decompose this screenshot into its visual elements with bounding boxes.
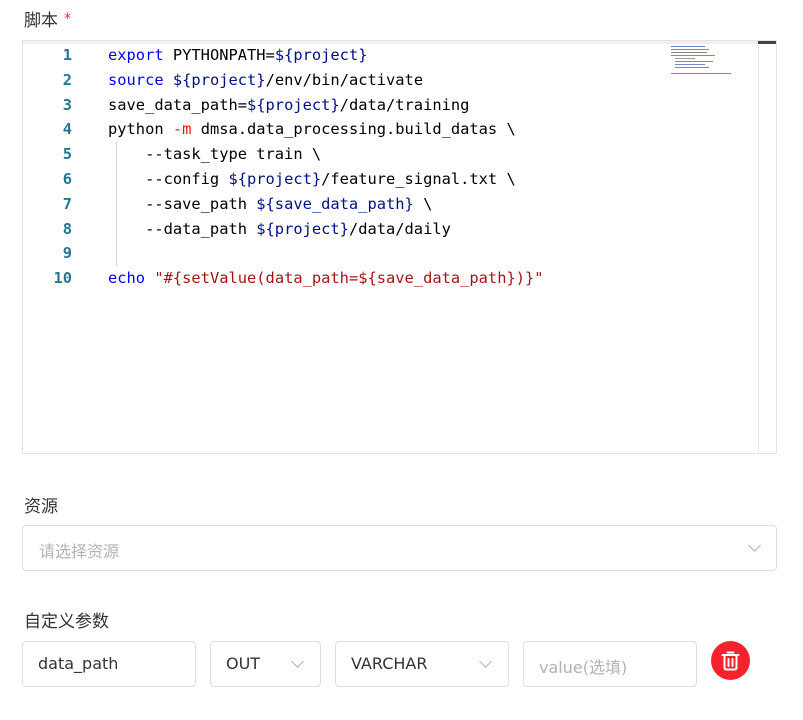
- line-number: 7: [62, 194, 72, 213]
- resource-label: 资源: [24, 497, 58, 517]
- trash-icon: [721, 651, 740, 671]
- code-text: --save_path ${save_data_path} \: [108, 192, 432, 217]
- code-token: /data/daily: [348, 219, 451, 238]
- line-number: 6: [62, 169, 72, 188]
- code-token: dmsa.data_processing.build_datas \: [191, 120, 516, 139]
- code-token: --task_type train \: [108, 145, 322, 164]
- code-line[interactable]: 4 python -m dmsa.data_processing.build_da…: [23, 117, 663, 142]
- line-number: 10: [53, 269, 72, 288]
- custom-params-label: 自定义参数: [24, 612, 109, 632]
- code-token: "#{setValue(data_path=${save_data_path})…: [154, 269, 544, 288]
- code-token: /data/training: [339, 95, 470, 114]
- chevron-down-icon: [291, 655, 304, 668]
- code-token: --save_path: [108, 194, 257, 213]
- code-text: python -m dmsa.data_processing.build_dat…: [108, 117, 516, 142]
- code-token: ${project}: [228, 169, 322, 188]
- param-value-input[interactable]: value(选填): [523, 641, 697, 687]
- code-text: --data_path ${project}/data/daily: [108, 217, 451, 242]
- code-lines[interactable]: 1 export PYTHONPATH=${project} 2 source ${p…: [23, 43, 663, 291]
- code-line[interactable]: 7 --save_path ${save_data_path} \: [23, 192, 663, 217]
- code-token: --data_path: [108, 219, 257, 238]
- code-token: export: [108, 46, 164, 64]
- code-text: --config ${project}/feature_signal.txt \: [108, 167, 516, 192]
- code-line[interactable]: 6 --config ${project}/feature_signal.txt…: [23, 167, 663, 192]
- script-editor[interactable]: 1 export PYTHONPATH=${project} 2 source ${p…: [22, 40, 777, 454]
- code-token: ${project}: [172, 70, 266, 89]
- line-number: 9: [62, 244, 72, 263]
- code-line[interactable]: 3 save_data_path=${project}/data/training: [23, 93, 663, 118]
- code-text: save_data_path=${project}/data/training: [108, 93, 469, 118]
- line-number: 1: [62, 46, 72, 64]
- code-text: echo "#{setValue(data_path=${save_data_p…: [108, 266, 544, 291]
- chevron-down-icon: [748, 539, 761, 552]
- line-number: 2: [62, 70, 72, 89]
- code-token: ${project}: [256, 219, 349, 238]
- code-text: --task_type train \: [108, 142, 321, 167]
- line-number: 4: [62, 120, 72, 139]
- code-line[interactable]: 9: [23, 241, 663, 266]
- line-number: 3: [62, 95, 72, 114]
- resource-select-placeholder: 请选择资源: [39, 542, 120, 561]
- code-token: python: [108, 120, 173, 139]
- code-token: ${project}: [247, 95, 340, 114]
- scrollbar-thumb[interactable]: [758, 41, 776, 44]
- code-token: /feature_signal.txt \: [321, 169, 516, 188]
- code-token: PYTHONPATH=: [163, 46, 275, 64]
- line-number: 5: [62, 145, 72, 164]
- code-line[interactable]: 10 echo "#{setValue(data_path=${save_data…: [23, 266, 663, 291]
- code-token: /env/bin/activate: [265, 70, 424, 89]
- code-token: --config: [108, 169, 229, 188]
- code-line[interactable]: 1 export PYTHONPATH=${project}: [23, 43, 663, 68]
- code-token: \: [413, 194, 433, 213]
- param-direction-select[interactable]: OUT: [210, 641, 321, 687]
- code-token: source: [108, 70, 164, 89]
- code-line[interactable]: 8 --data_path ${project}/data/daily: [23, 217, 663, 242]
- code-line[interactable]: 5 --task_type train \: [23, 142, 663, 167]
- code-token: echo: [108, 269, 146, 288]
- delete-param-button[interactable]: [711, 641, 750, 680]
- code-text: source ${project}/env/bin/activate: [108, 68, 423, 93]
- code-token: ${project}: [274, 46, 368, 64]
- vertical-scrollbar[interactable]: [758, 41, 759, 453]
- line-number: 8: [62, 219, 72, 238]
- editor-minimap[interactable]: [671, 45, 751, 85]
- code-token: -m: [172, 120, 192, 139]
- param-type-select[interactable]: VARCHAR: [335, 641, 509, 687]
- chevron-down-icon: [479, 655, 492, 668]
- param-name-input[interactable]: data_path: [22, 641, 196, 687]
- required-mark: *: [64, 11, 71, 27]
- script-label: 脚本 *: [24, 11, 71, 31]
- code-token: save_data_path=: [108, 95, 247, 114]
- code-line[interactable]: 2 source ${project}/env/bin/activate: [23, 68, 663, 93]
- code-text: export PYTHONPATH=${project}: [108, 43, 367, 68]
- resource-select[interactable]: 请选择资源: [22, 525, 777, 571]
- code-token: ${save_data_path}: [256, 194, 414, 213]
